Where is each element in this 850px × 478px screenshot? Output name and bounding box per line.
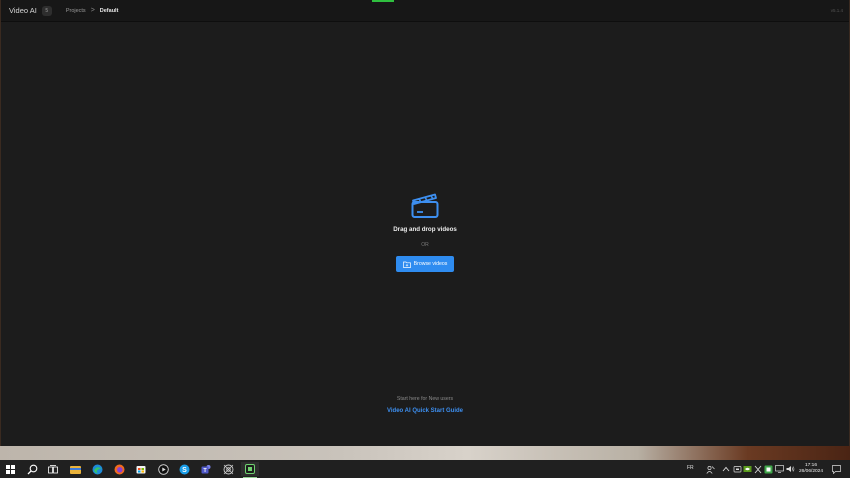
firefox-icon[interactable] [110,462,128,476]
language-indicator[interactable]: FR [687,465,694,471]
browse-videos-button[interactable]: Browse videos [396,256,454,272]
network-app-icon[interactable] [763,464,773,474]
display-icon[interactable] [774,464,784,474]
breadcrumb: Projects > Default [66,7,119,14]
clapperboard-icon [411,193,439,218]
video-player-icon[interactable] [154,462,172,476]
svg-text:S: S [182,467,187,474]
chevron-right-icon: > [90,7,95,14]
app-title: Video AI [9,6,37,15]
onedrive-icon[interactable] [732,464,742,474]
breadcrumb-projects[interactable]: Projects [66,8,86,14]
folder-plus-icon [402,261,411,268]
volume-icon[interactable] [785,464,795,474]
task-view-icon[interactable] [44,462,62,476]
guide-hint: Start here for New users [396,396,454,402]
clock-date: 26/06/2024 [798,469,823,474]
app-window: Video AI 5 Projects > Default v5.1.4 Dra… [1,0,849,446]
window-accent-bar [372,0,394,2]
breadcrumb-current: Default [99,7,119,14]
desktop-wallpaper [0,446,850,460]
video-ai-icon[interactable] [241,462,259,478]
skype-icon[interactable]: S [175,462,193,476]
quick-start-guide-link[interactable]: Video AI Quick Start Guide [387,408,463,414]
drop-zone[interactable]: Drag and drop videos OR Browse videos [1,190,849,272]
search-icon[interactable] [23,462,41,476]
clock[interactable]: 17:16 26/06/2024 [796,461,826,477]
windows-taskbar: S T FR 17:16 26/06/2024 [0,460,850,478]
store-icon[interactable] [132,462,150,476]
browse-videos-label: Browse videos [413,261,448,267]
app-version-badge[interactable]: 5 [41,5,52,16]
quick-start-section: Start here for New users Video AI Quick … [1,396,849,414]
drag-drop-title: Drag and drop videos [393,226,457,233]
version-label: v5.1.4 [830,8,843,13]
chevron-up-icon[interactable] [721,464,731,474]
windows-start-icon[interactable] [1,462,19,476]
teams-icon[interactable]: T [197,462,215,476]
title-bar: Video AI 5 Projects > Default v5.1.4 [1,0,849,22]
settings-app-icon[interactable] [219,462,237,476]
people-icon[interactable] [705,464,715,474]
file-explorer-icon[interactable] [66,462,84,476]
edge-icon[interactable] [88,462,106,476]
security-icon[interactable] [753,464,763,474]
nvidia-icon[interactable] [742,464,752,474]
notification-icon[interactable] [831,464,841,474]
or-separator: OR [421,242,429,248]
